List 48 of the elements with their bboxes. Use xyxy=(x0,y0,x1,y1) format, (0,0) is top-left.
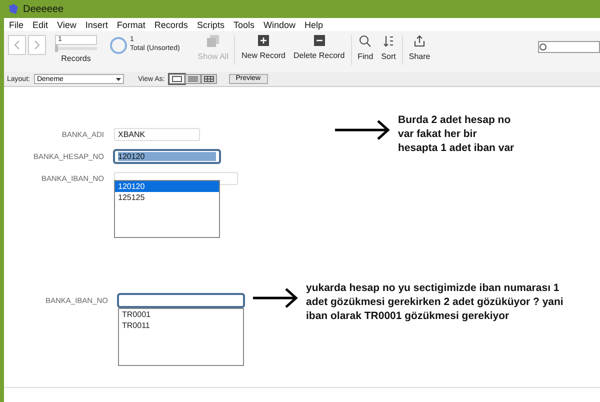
menu-item[interactable]: Insert xyxy=(85,20,108,30)
records-label: Records xyxy=(61,54,91,63)
toolbar-button[interactable]: Share xyxy=(404,35,434,61)
slider-thumb[interactable] xyxy=(55,45,58,52)
annotation-text: yukarda hesap no yu sectigimizde iban numarası 1 adet gözükmesi gerekirken 2 adet gözüküyor ? yani iban olarak TR0001 gözükmesi gerekiyor xyxy=(306,281,564,323)
share-icon xyxy=(414,35,426,47)
search-icon xyxy=(539,43,549,51)
caret-icon xyxy=(116,78,121,80)
menu-item[interactable]: Records xyxy=(154,20,188,30)
dropdown-option[interactable]: TR0011 xyxy=(119,320,243,331)
chevron-left-icon xyxy=(14,40,20,50)
menu-item[interactable]: Edit xyxy=(32,20,48,30)
toolbar-button[interactable]: New Record xyxy=(237,35,290,60)
search-field[interactable] xyxy=(538,41,600,53)
menu-item[interactable]: Format xyxy=(116,20,146,30)
arrow xyxy=(334,119,390,141)
menu-item[interactable]: Help xyxy=(304,20,323,30)
menu-item[interactable]: View xyxy=(57,20,76,30)
dropdown-option[interactable]: 125125 xyxy=(115,192,219,203)
table-view-icon xyxy=(204,76,214,82)
window-title: Deeeeee xyxy=(23,4,64,14)
list-view-icon xyxy=(188,76,198,82)
toolbar-button[interactable]: Find xyxy=(354,35,378,61)
found-pie-icon xyxy=(110,37,127,54)
input-field[interactable]: XBANK xyxy=(114,128,200,140)
minus-icon xyxy=(314,35,325,46)
stack-icon xyxy=(207,35,220,47)
view-button[interactable] xyxy=(200,74,217,84)
view-button[interactable] xyxy=(184,74,201,84)
app-icon xyxy=(8,4,18,14)
input-field[interactable]: 120120 xyxy=(114,150,220,162)
toolbar-button[interactable]: Delete Record xyxy=(290,35,349,60)
menu-item[interactable]: Tools xyxy=(233,20,254,30)
toolbar-button[interactable]: Sort xyxy=(377,35,400,61)
arrow xyxy=(252,287,298,309)
view-button[interactable] xyxy=(168,74,185,84)
sort-icon xyxy=(382,35,395,47)
dropdown-option[interactable]: TR0001 xyxy=(119,309,243,320)
form-view-icon xyxy=(172,76,182,82)
annotation-text: Burda 2 adet hesap no var fakat her bir hesapta 1 adet iban var xyxy=(398,113,516,155)
chevron-right-icon xyxy=(34,40,40,50)
menu-item[interactable]: File xyxy=(9,20,24,30)
menu-item[interactable]: Window xyxy=(263,20,296,30)
dropdown-option[interactable]: 120120 xyxy=(115,181,219,192)
menu-item[interactable]: Scripts xyxy=(196,20,224,30)
plus-icon xyxy=(258,35,269,46)
search-icon xyxy=(359,35,372,47)
input-field[interactable] xyxy=(118,294,244,306)
